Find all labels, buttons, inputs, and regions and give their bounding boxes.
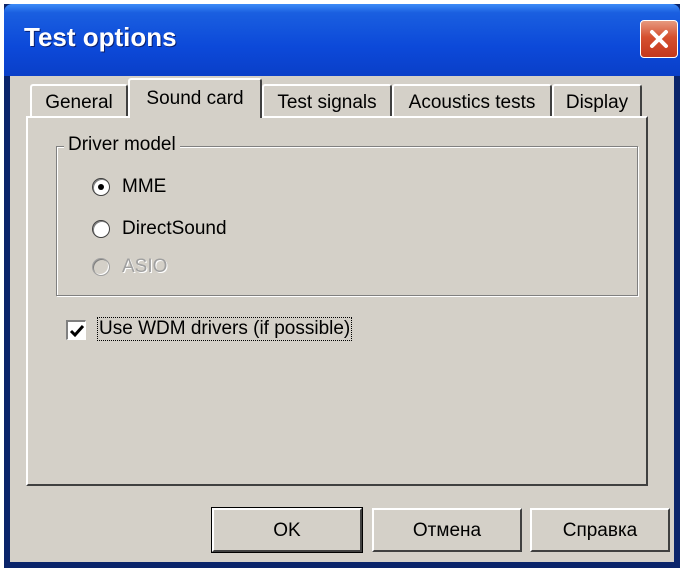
window-title: Test options bbox=[24, 22, 177, 52]
tab-acoustics-tests[interactable]: Acoustics tests bbox=[392, 84, 552, 118]
tab-general-label: General bbox=[45, 92, 113, 113]
radio-mme-button[interactable] bbox=[92, 178, 110, 196]
close-icon bbox=[650, 30, 668, 48]
cancel-button[interactable]: Отмена bbox=[372, 508, 522, 552]
radio-selected-dot bbox=[98, 184, 104, 190]
tab-acoustics-tests-label: Acoustics tests bbox=[408, 92, 536, 113]
cancel-button-label: Отмена bbox=[412, 520, 482, 541]
tab-general[interactable]: General bbox=[30, 84, 128, 118]
driver-model-legend: Driver model bbox=[64, 134, 180, 156]
radio-mme-label: MME bbox=[122, 176, 167, 197]
wdm-checkbox-label: Use WDM drivers (if possible) bbox=[96, 317, 353, 341]
help-button-label: Справка bbox=[562, 520, 638, 541]
tab-sound-card[interactable]: Sound card bbox=[128, 78, 262, 118]
radio-directsound-label: DirectSound bbox=[122, 218, 227, 239]
radio-asio-button bbox=[92, 258, 110, 276]
wdm-checkbox[interactable] bbox=[66, 320, 86, 340]
title-bar[interactable]: Test options bbox=[4, 4, 680, 76]
close-button[interactable] bbox=[640, 20, 678, 58]
tab-display-label: Display bbox=[565, 92, 629, 113]
ok-button-label: OK bbox=[273, 520, 301, 541]
tab-sound-card-label: Sound card bbox=[146, 88, 244, 109]
ok-button[interactable]: OK bbox=[211, 507, 363, 553]
tab-test-signals-label: Test signals bbox=[277, 92, 377, 113]
help-button[interactable]: Справка bbox=[530, 508, 670, 552]
tab-test-signals[interactable]: Test signals bbox=[262, 84, 392, 118]
checkmark-icon bbox=[69, 325, 85, 338]
radio-asio-label: ASIO bbox=[122, 256, 168, 277]
radio-directsound-button[interactable] bbox=[92, 220, 110, 238]
tab-display[interactable]: Display bbox=[552, 84, 642, 118]
